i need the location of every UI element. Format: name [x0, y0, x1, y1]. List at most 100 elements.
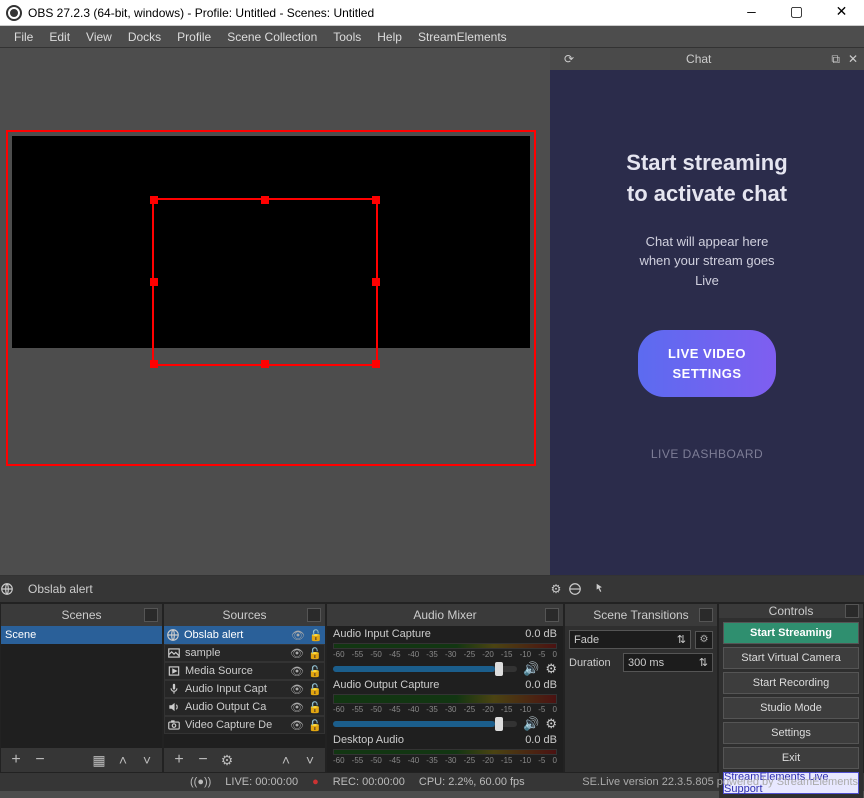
source-label: sample — [185, 647, 286, 659]
preview-canvas[interactable] — [12, 136, 530, 348]
preview-area[interactable] — [0, 48, 550, 575]
visibility-toggle[interactable]: 👁 — [291, 629, 305, 642]
add-scene-button[interactable]: + — [5, 750, 27, 770]
visibility-toggle[interactable]: 👁 — [290, 665, 304, 678]
menu-docks[interactable]: Docks — [120, 26, 169, 48]
window-titlebar: OBS 27.2.3 (64-bit, windows) - Profile: … — [0, 0, 864, 26]
menu-view[interactable]: View — [78, 26, 120, 48]
resize-handle-tl[interactable] — [150, 196, 158, 204]
volume-slider[interactable] — [333, 666, 517, 672]
source-selection-box[interactable] — [152, 198, 378, 366]
status-rec: REC: 00:00:00 — [333, 776, 405, 788]
visibility-toggle[interactable]: 👁 — [290, 683, 304, 696]
sources-menu-icon[interactable] — [307, 608, 321, 622]
add-source-button[interactable]: + — [168, 750, 190, 770]
visibility-toggle[interactable]: 👁 — [290, 719, 304, 732]
source-down-button[interactable]: ˅ — [299, 750, 321, 770]
status-cpu: CPU: 2.2%, 60.00 fps — [419, 776, 525, 788]
speaker-icon[interactable]: 🔊 — [523, 716, 539, 732]
start-virtual-camera-button[interactable]: Start Virtual Camera — [723, 647, 859, 669]
live-dashboard-link[interactable]: LIVE DASHBOARD — [651, 447, 763, 461]
visibility-toggle[interactable]: 👁 — [290, 701, 304, 714]
resize-handle-bm[interactable] — [261, 360, 269, 368]
visibility-toggle[interactable]: 👁 — [290, 647, 304, 660]
menu-profile[interactable]: Profile — [169, 26, 219, 48]
mixer-gear-icon[interactable]: ⚙ — [545, 661, 557, 677]
scene-up-button[interactable]: ˄ — [112, 750, 134, 770]
source-item[interactable]: sample 👁 🔓 — [164, 644, 325, 662]
chat-header: ⟳ Chat ⧉ ✕ — [550, 48, 864, 70]
resize-handle-mr[interactable] — [372, 278, 380, 286]
live-video-settings-button[interactable]: LIVE VIDEOSETTINGS — [638, 330, 776, 397]
lock-toggle[interactable]: 🔓 — [308, 665, 322, 678]
gear-icon[interactable]: ⚙ — [544, 582, 568, 596]
refresh-icon[interactable]: ⟳ — [564, 52, 574, 66]
lock-toggle[interactable]: 🔓 — [308, 719, 322, 732]
resize-handle-bl[interactable] — [150, 360, 158, 368]
controls-menu-icon[interactable] — [845, 604, 859, 618]
menu-help[interactable]: Help — [369, 26, 410, 48]
duration-input[interactable]: 300 ms⇅ — [623, 653, 713, 672]
audio-meter — [333, 749, 557, 755]
scenes-menu-icon[interactable] — [144, 608, 158, 622]
resize-handle-ml[interactable] — [150, 278, 158, 286]
meter-ticks: -60-55-50-45-40-35-30-25-20-15-10-50 — [333, 705, 557, 714]
source-label: Audio Output Ca — [185, 701, 286, 713]
window-title: OBS 27.2.3 (64-bit, windows) - Profile: … — [28, 6, 729, 20]
popout-icon[interactable]: ⧉ — [831, 52, 840, 67]
source-item[interactable]: Media Source 👁 🔓 — [164, 662, 325, 680]
menu-streamelements[interactable]: StreamElements — [410, 26, 515, 48]
settings-button[interactable]: Settings — [723, 722, 859, 744]
source-item[interactable]: Obslab alert 👁 🔓 — [164, 626, 325, 644]
start-recording-button[interactable]: Start Recording — [723, 672, 859, 694]
lock-toggle[interactable]: 🔓 — [308, 683, 322, 696]
volume-slider[interactable] — [333, 721, 517, 727]
lock-toggle[interactable]: 🔓 — [308, 701, 322, 714]
source-label: Obslab alert — [184, 629, 287, 641]
scene-down-button[interactable]: ˅ — [136, 750, 158, 770]
lock-toggle[interactable]: 🔓 — [308, 647, 322, 660]
resize-handle-tr[interactable] — [372, 196, 380, 204]
mixer-gear-icon[interactable]: ⚙ — [545, 716, 557, 732]
minimize-button[interactable]: — — [729, 0, 774, 25]
resize-handle-br[interactable] — [372, 360, 380, 368]
close-button[interactable]: ✕ — [819, 0, 864, 25]
remove-source-button[interactable]: − — [192, 750, 214, 770]
refresh-source-icon[interactable] — [568, 582, 592, 596]
audio-mixer-panel: Audio Mixer Audio Input Capture0.0 dB -6… — [326, 603, 564, 773]
menu-edit[interactable]: Edit — [41, 26, 78, 48]
resize-handle-tm[interactable] — [261, 196, 269, 204]
source-item[interactable]: Video Capture De 👁 🔓 — [164, 716, 325, 734]
speaker-icon[interactable]: 🔊 — [523, 661, 539, 677]
remove-scene-button[interactable]: − — [29, 750, 51, 770]
source-item[interactable]: Audio Input Capt 👁 🔓 — [164, 680, 325, 698]
interact-icon[interactable] — [592, 582, 616, 596]
mixer-track-name: Audio Input Capture — [333, 628, 431, 640]
maximize-button[interactable]: ▢ — [774, 0, 819, 25]
source-item[interactable]: Audio Output Ca 👁 🔓 — [164, 698, 325, 716]
start-streaming-button[interactable]: Start Streaming — [723, 622, 859, 644]
chat-subtext: Chat will appear here when your stream g… — [639, 232, 774, 291]
cam-icon — [167, 718, 181, 732]
studio-mode-button[interactable]: Studio Mode — [723, 697, 859, 719]
scene-item[interactable]: Scene — [1, 626, 162, 644]
transition-settings-button[interactable]: ⚙ — [695, 631, 713, 649]
close-chat-icon[interactable]: ✕ — [848, 52, 858, 66]
scenes-panel: Scenes Scene + − ▦ ˄ ˅ — [0, 603, 163, 773]
transitions-menu-icon[interactable] — [699, 608, 713, 622]
menu-tools[interactable]: Tools — [325, 26, 369, 48]
audio-meter — [333, 694, 557, 704]
menu-scene-collection[interactable]: Scene Collection — [219, 26, 325, 48]
source-up-button[interactable]: ˄ — [275, 750, 297, 770]
meter-ticks: -60-55-50-45-40-35-30-25-20-15-10-50 — [333, 756, 557, 765]
audio-meter — [333, 643, 557, 649]
scene-filter-button[interactable]: ▦ — [88, 750, 110, 770]
lock-toggle[interactable]: 🔓 — [309, 629, 323, 642]
transition-select[interactable]: Fade⇅ — [569, 630, 691, 649]
menu-file[interactable]: File — [6, 26, 41, 48]
mixer-menu-icon[interactable] — [545, 608, 559, 622]
source-toolbar: Obslab alert ⚙ — [0, 575, 864, 603]
source-properties-button[interactable]: ⚙ — [216, 750, 238, 770]
exit-button[interactable]: Exit — [723, 747, 859, 769]
menubar: File Edit View Docks Profile Scene Colle… — [0, 26, 864, 48]
